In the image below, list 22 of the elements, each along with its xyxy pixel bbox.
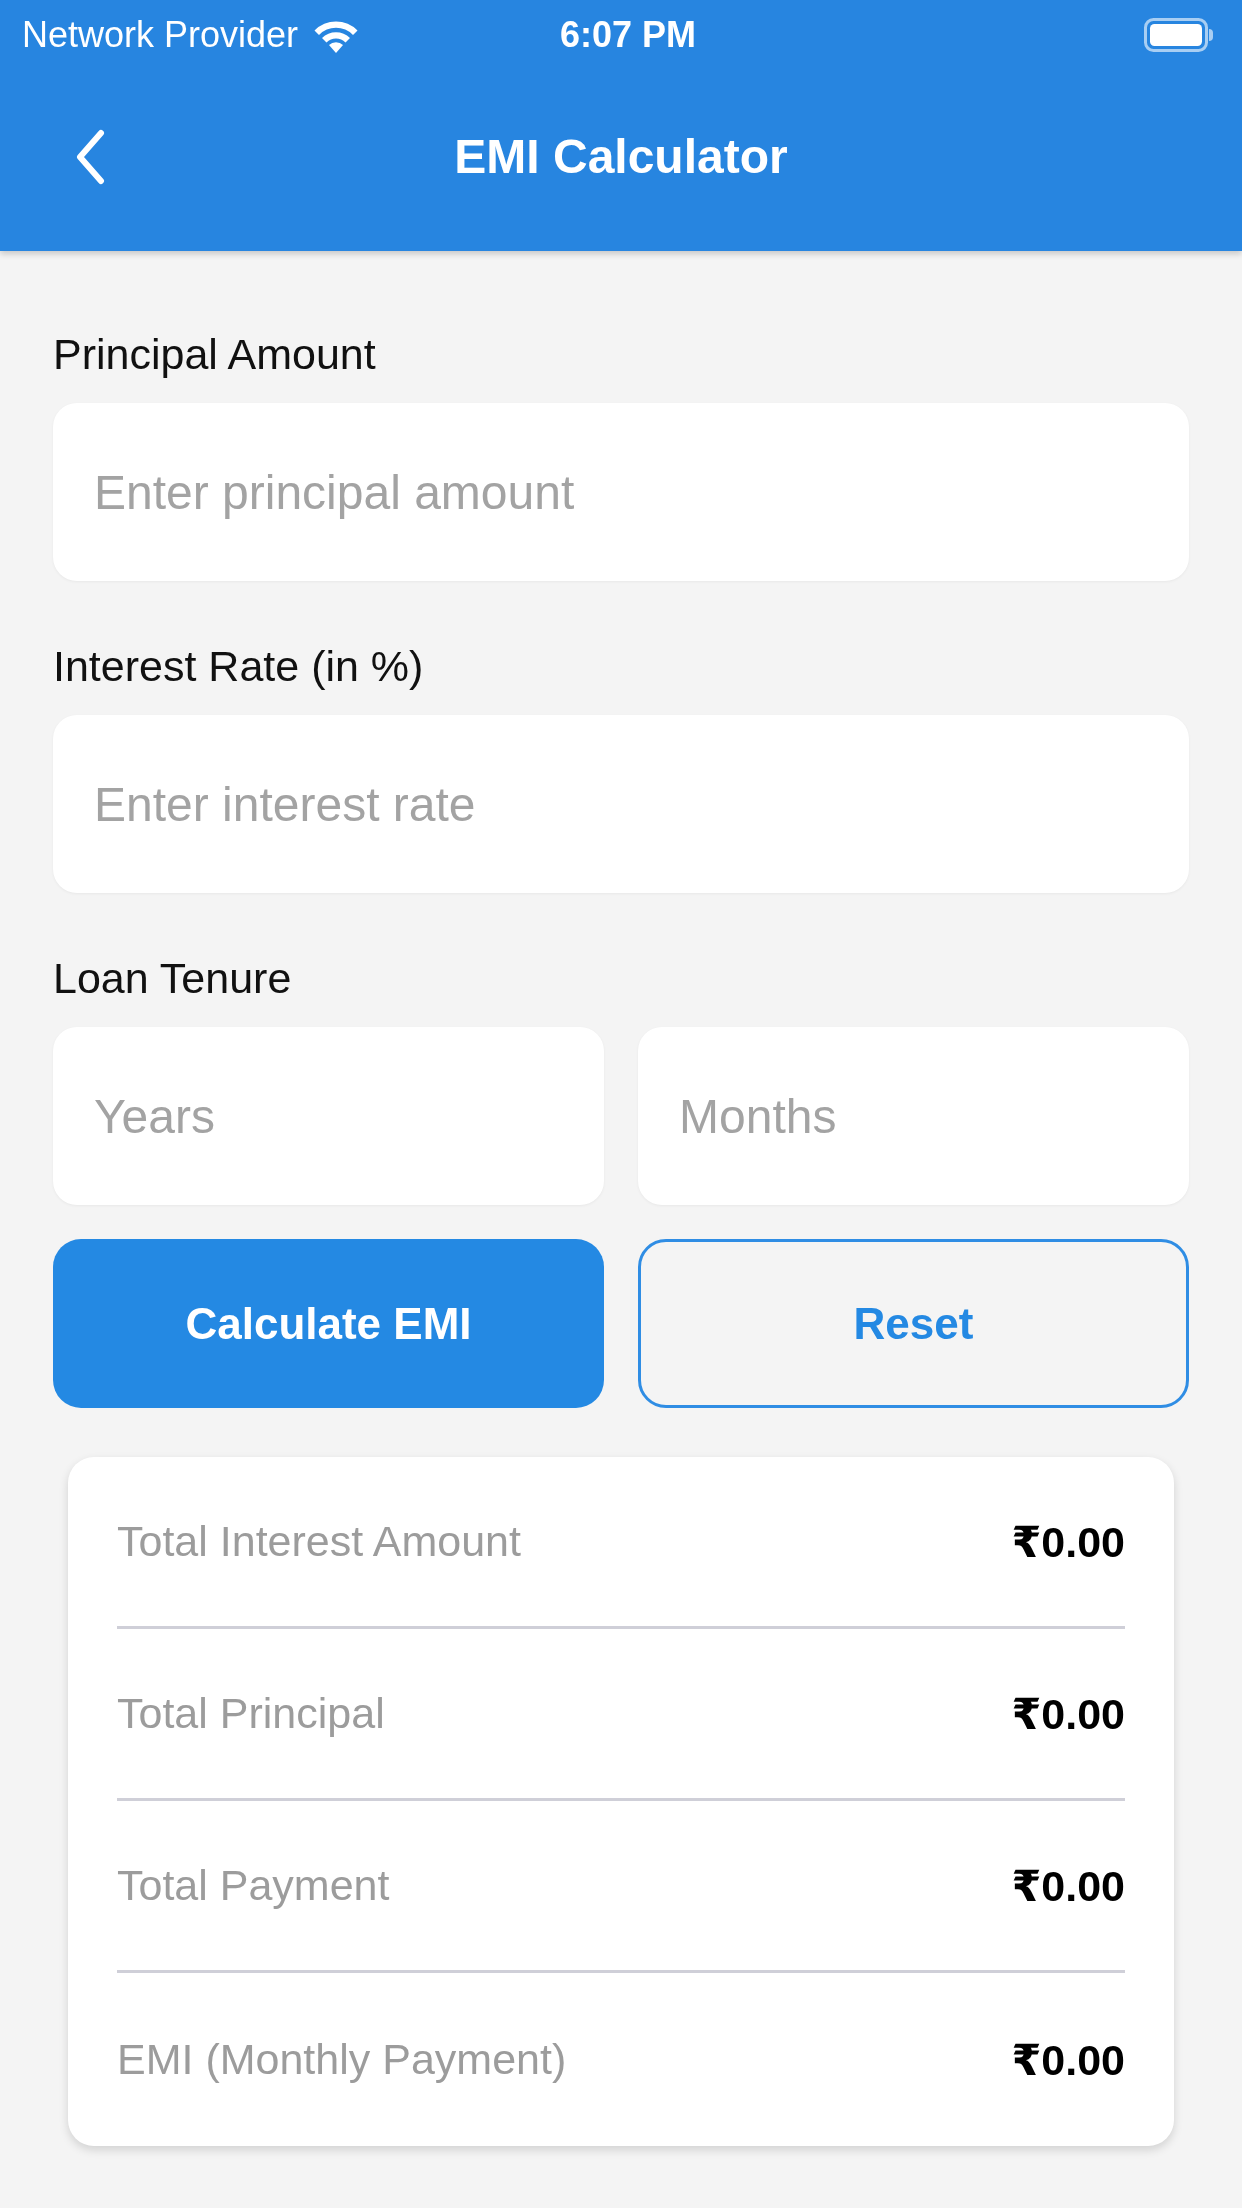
- result-value: ₹0.00: [1011, 2034, 1125, 2085]
- result-label: Total Payment: [117, 1861, 390, 1910]
- calculate-button[interactable]: Calculate EMI: [53, 1239, 604, 1408]
- clock-time: 6:07 PM: [559, 14, 696, 56]
- result-label: Total Interest Amount: [117, 1517, 521, 1566]
- input-field[interactable]: Enter principal amount: [53, 403, 1189, 581]
- result-value: ₹0.00: [1011, 1688, 1125, 1739]
- input-field[interactable]: Months: [638, 1027, 1189, 1205]
- field-label: Interest Rate (in %): [53, 641, 424, 692]
- result-value: ₹0.00: [1011, 1516, 1125, 1567]
- field-label: Loan Tenure: [53, 953, 292, 1004]
- input-field[interactable]: Years: [53, 1027, 604, 1205]
- battery-icon: [1144, 18, 1214, 52]
- result-label: Total Principal: [117, 1689, 385, 1738]
- back-icon[interactable]: [75, 128, 105, 185]
- field-label: Principal Amount: [53, 329, 376, 380]
- result-label: EMI (Monthly Payment): [117, 2035, 567, 2084]
- screen-title: EMI Calculator: [454, 129, 788, 184]
- result-value: ₹0.00: [1011, 1860, 1125, 1911]
- reset-button[interactable]: Reset: [638, 1239, 1189, 1408]
- input-field[interactable]: Enter interest rate: [53, 715, 1189, 893]
- carrier-name: Network Provider: [22, 14, 299, 56]
